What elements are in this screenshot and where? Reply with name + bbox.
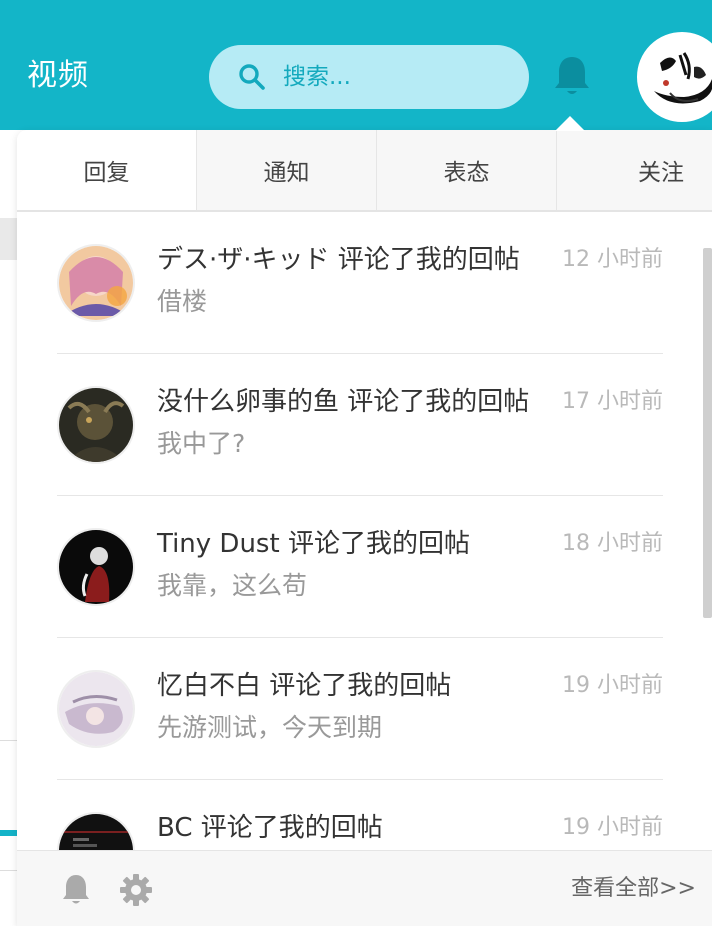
notification-time: 19 小时前 [560,810,663,846]
search-box[interactable] [209,45,529,109]
avatar[interactable] [57,244,135,322]
notification-title: デス·ザ·キッド 评论了我的回帖 [157,245,520,275]
user-avatar[interactable] [637,32,712,122]
notification-time: 18 小时前 [560,526,663,562]
brand-title[interactable]: 视频 [27,56,89,96]
notification-title: 没什么卵事的鱼 评论了我的回帖 [157,387,530,417]
notification-item[interactable]: BC 评论了我的回帖 19 小时前 [57,780,663,850]
notification-item[interactable]: デス·ザ·キッド 评论了我的回帖 借楼 12 小时前 [57,212,663,354]
notification-time: 19 小时前 [560,668,663,704]
view-all-link[interactable]: 查看全部>> [571,873,696,905]
avatar-image [640,35,712,119]
notification-content: 我中了? [157,429,246,458]
top-bar: 视频 [0,0,712,130]
tab-reaction[interactable]: 表态 [377,130,557,210]
notification-tabs: 回复 通知 表态 关注 [17,130,712,212]
notification-title: 忆白不白 评论了我的回帖 [157,671,452,701]
avatar[interactable] [57,386,135,464]
search-input[interactable] [283,64,503,90]
notification-content: 我靠，这么苟 [157,571,308,600]
scrollbar[interactable] [703,248,712,618]
notification-time: 12 小时前 [560,242,663,278]
avatar[interactable] [57,528,135,606]
tab-notice[interactable]: 通知 [197,130,377,210]
notification-list: デス·ザ·キッド 评论了我的回帖 借楼 12 小时前 没什么卵事的鱼 评论了我的… [17,212,703,850]
avatar[interactable] [57,670,135,748]
notification-time: 17 小时前 [560,384,663,420]
notification-panel: 回复 通知 表态 关注 デス·ザ·キッド 评论了我的回帖 借楼 12 小时前 没… [17,130,712,926]
notification-title: Tiny Dust 评论了我的回帖 [157,529,470,559]
dropdown-caret [555,116,585,131]
tab-reply[interactable]: 回复 [17,130,197,210]
search-icon [239,64,265,90]
bell-icon[interactable] [552,54,592,98]
avatar[interactable] [57,812,135,850]
notification-title: BC 评论了我的回帖 [157,813,383,843]
tab-follow[interactable]: 关注 [557,130,712,210]
notification-item[interactable]: Tiny Dust 评论了我的回帖 我靠，这么苟 18 小时前 [57,496,663,638]
gear-icon[interactable] [119,873,153,907]
panel-footer: 查看全部>> [17,850,712,926]
notification-content: 先游测试，今天到期 [157,713,383,742]
notification-item[interactable]: 没什么卵事的鱼 评论了我的回帖 我中了? 17 小时前 [57,354,663,496]
notification-content: 借楼 [157,287,208,316]
notification-item[interactable]: 忆白不白 评论了我的回帖 先游测试，今天到期 19 小时前 [57,638,663,780]
bell-icon[interactable] [61,873,91,907]
